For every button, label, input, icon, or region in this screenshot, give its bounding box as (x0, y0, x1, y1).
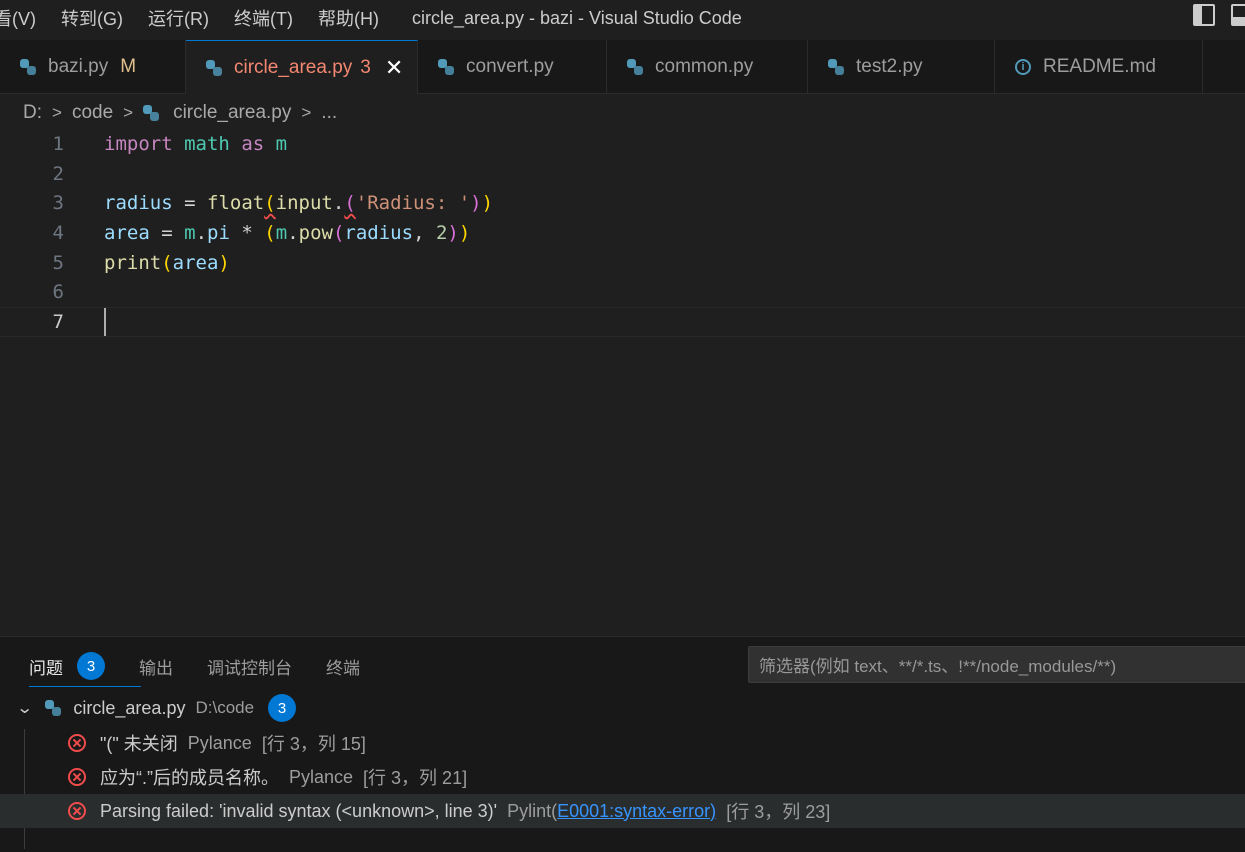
info-icon: i (1015, 59, 1031, 75)
code-line: 2 (0, 159, 1245, 189)
tab-convert[interactable]: convert.py (418, 40, 607, 94)
panel-tabs: 问题 3 输出 调试控制台 终端 (29, 652, 394, 687)
problem-message: "(" 未关闭 (100, 734, 178, 754)
menu-help[interactable]: 帮助(H) (318, 5, 379, 31)
problems-filter-input[interactable]: 筛选器(例如 text、**/*.ts、!**/node_modules/**) (748, 646, 1245, 683)
code-line: 4 area = m.pi * (m.pow(radius, 2)) (0, 218, 1245, 248)
problem-item[interactable]: 应为“.”后的成员名称。 Pylance [行 3，列 21] (0, 760, 1245, 794)
code-line: 5 print(area) (0, 248, 1245, 278)
chevron-right-icon: > (52, 103, 62, 122)
problem-file-path: D:\code (195, 698, 255, 717)
code-line: 3 radius = float(input.('Radius: ')) (0, 188, 1245, 218)
tab-output[interactable]: 输出 (139, 653, 173, 679)
problem-count-badge: 3 (77, 652, 105, 680)
toggle-panel-icon[interactable] (1231, 4, 1245, 26)
python-icon (206, 59, 222, 76)
code-text[interactable]: radius = float(input.('Radius: ')) (104, 192, 493, 214)
line-number: 5 (52, 252, 64, 274)
problem-source: Pylance (187, 732, 252, 753)
tab-label: 问题 (29, 658, 63, 678)
tab-label: README.md (1043, 56, 1156, 77)
problem-location: [行 3，列 23] (726, 802, 831, 822)
breadcrumb-drive[interactable]: D: (23, 102, 42, 124)
menu-terminal[interactable]: 终端(T) (234, 5, 293, 31)
error-icon (68, 802, 86, 820)
tab-readme[interactable]: i README.md (995, 40, 1203, 94)
line-number: 6 (52, 281, 64, 303)
problem-count-badge: 3 (268, 694, 297, 722)
line-number: 4 (52, 222, 64, 244)
tab-label: test2.py (856, 56, 923, 77)
line-number: 2 (52, 163, 64, 185)
code-editor[interactable]: 1 import math as m 2 3 radius = float(in… (0, 129, 1245, 629)
menu-run[interactable]: 运行(R) (148, 5, 209, 31)
problem-message: 应为“.”后的成员名称。 (100, 768, 279, 788)
tab-problems[interactable]: 问题 3 (29, 652, 141, 687)
breadcrumb-folder[interactable]: code (72, 102, 113, 124)
problem-source: Pylance (289, 766, 354, 787)
filter-placeholder: 筛选器(例如 text、**/*.ts、!**/node_modules/**) (759, 657, 1117, 676)
python-icon (438, 59, 454, 75)
code-text[interactable]: area = m.pi * (m.pow(radius, 2)) (104, 222, 470, 244)
problem-item-selected[interactable]: Parsing failed: 'invalid syntax (<unknow… (0, 794, 1245, 828)
menu-view[interactable]: 看(V) (0, 5, 36, 31)
breadcrumb: D: > code > circle_area.py > ... (23, 100, 337, 126)
window-title: circle_area.py - bazi - Visual Studio Co… (411, 7, 742, 28)
tab-label: bazi.py (48, 56, 109, 77)
editor-tabs: bazi.py M circle_area.py 3 ✕ convert.py … (0, 40, 1245, 94)
python-icon (627, 59, 643, 75)
code-line: 1 import math as m (0, 129, 1245, 159)
python-icon (20, 59, 36, 75)
tab-circle-area[interactable]: circle_area.py 3 ✕ (186, 40, 418, 94)
chevron-right-icon: > (301, 103, 312, 122)
python-icon (143, 105, 160, 121)
code-line-current: 7 (0, 307, 1245, 337)
line-number: 3 (52, 192, 64, 214)
close-icon[interactable]: ✕ (385, 56, 403, 79)
problem-file-name: circle_area.py (73, 697, 186, 718)
problem-source: Pylint( (507, 800, 558, 821)
toggle-primary-sidebar-icon[interactable] (1193, 4, 1215, 26)
tab-debug-console[interactable]: 调试控制台 (207, 653, 292, 679)
tab-label: 终端 (326, 658, 360, 678)
problem-message: Parsing failed: 'invalid syntax (<unknow… (100, 800, 498, 821)
modified-badge: M (120, 56, 137, 77)
tab-common[interactable]: common.py (607, 40, 808, 94)
tab-label: 输出 (139, 658, 173, 678)
problem-file-group[interactable]: ⌄ circle_area.py D:\code 3 (16, 693, 297, 723)
line-number: 7 (52, 311, 64, 333)
error-icon (68, 734, 86, 752)
title-bar: 看(V) 转到(G) 运行(R) 终端(T) 帮助(H) circle_area… (0, 0, 1245, 36)
python-icon (45, 700, 62, 716)
line-number: 1 (52, 133, 64, 155)
tab-label: circle_area.py (234, 56, 353, 78)
tab-terminal[interactable]: 终端 (326, 653, 360, 679)
bottom-panel: 问题 3 输出 调试控制台 终端 筛选器(例如 text、**/*.ts、!**… (0, 636, 1245, 852)
tab-bazi[interactable]: bazi.py M (0, 40, 186, 94)
tab-label: convert.py (466, 56, 554, 77)
menu-goto[interactable]: 转到(G) (61, 5, 123, 31)
problem-count-badge: 3 (360, 56, 371, 78)
chevron-down-icon[interactable]: ⌄ (16, 698, 33, 718)
chevron-right-icon: > (123, 103, 134, 122)
problem-location: [行 3，列 15] (261, 734, 366, 754)
python-icon (828, 59, 844, 75)
tab-test2[interactable]: test2.py (808, 40, 995, 94)
code-text[interactable]: print(area) (104, 252, 230, 274)
tab-label: common.py (655, 56, 754, 77)
problem-location: [行 3，列 21] (363, 768, 468, 788)
breadcrumb-symbols[interactable]: ... (321, 102, 337, 124)
error-icon (68, 768, 86, 786)
rule-code-link[interactable]: E0001:syntax-error) (557, 801, 716, 822)
text-cursor (104, 308, 106, 336)
problem-item[interactable]: "(" 未关闭 Pylance [行 3，列 15] (0, 726, 1245, 760)
code-line: 6 (0, 277, 1245, 307)
tab-label: 调试控制台 (207, 658, 292, 678)
breadcrumb-file[interactable]: circle_area.py (173, 102, 291, 124)
code-text[interactable]: import math as m (104, 133, 287, 155)
